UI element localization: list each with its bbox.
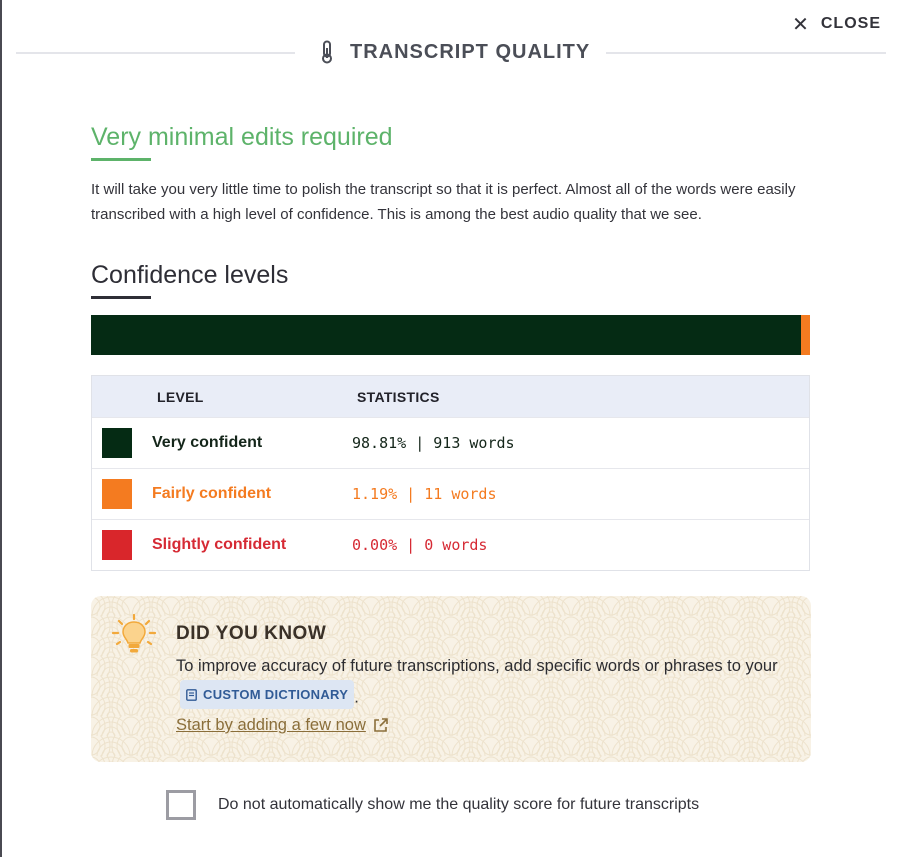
column-header-level: LEVEL bbox=[157, 388, 204, 405]
level-name: Very confident bbox=[152, 434, 263, 451]
close-button[interactable]: ✕ CLOSE bbox=[792, 14, 881, 34]
hide-quality-score-checkbox[interactable] bbox=[166, 790, 196, 820]
header-divider-right bbox=[606, 52, 886, 54]
quality-summary-text: It will take you very little time to pol… bbox=[91, 181, 796, 223]
level-statistics: 98.81% | 913 words bbox=[352, 434, 515, 452]
close-icon: ✕ bbox=[792, 12, 809, 36]
quality-summary-title: Very minimal edits required bbox=[91, 123, 393, 151]
summary-underline bbox=[91, 158, 151, 161]
level-statistics: 1.19% | 11 words bbox=[352, 485, 497, 503]
table-header: LEVEL STATISTICS bbox=[92, 376, 809, 417]
custom-dictionary-label: CUSTOM DICTIONARY bbox=[203, 687, 349, 702]
dialog-header: TRANSCRIPT QUALITY bbox=[318, 40, 590, 64]
window-edge bbox=[0, 0, 2, 857]
header-divider-left bbox=[16, 52, 295, 54]
start-adding-link-label: Start by adding a few now bbox=[176, 716, 366, 734]
thermometer-icon bbox=[322, 40, 332, 64]
lightbulb-icon bbox=[111, 614, 157, 653]
confidence-underline bbox=[91, 296, 151, 299]
level-name: Slightly confident bbox=[152, 536, 287, 553]
tip-heading: DID YOU KNOW bbox=[176, 623, 327, 644]
confidence-bar-segment bbox=[801, 315, 810, 355]
tip-text-before: To improve accuracy of future transcript… bbox=[176, 657, 778, 675]
external-link-icon bbox=[374, 718, 388, 732]
start-adding-link[interactable]: Start by adding a few now bbox=[176, 716, 389, 735]
table-row-slightly-confident: Slightly confident 0.00% | 0 words bbox=[92, 519, 809, 570]
swatch-fairly-confident bbox=[102, 479, 132, 509]
confidence-bar bbox=[91, 315, 810, 355]
confidence-levels-title: Confidence levels bbox=[91, 261, 289, 289]
table-row-fairly-confident: Fairly confident 1.19% | 11 words bbox=[92, 468, 809, 519]
did-you-know-box: DID YOU KNOW To improve accuracy of futu… bbox=[91, 596, 811, 762]
hide-quality-score-option[interactable]: Do not automatically show me the quality… bbox=[166, 790, 699, 820]
table-row-very-confident: Very confident 98.81% | 913 words bbox=[92, 417, 809, 468]
swatch-slightly-confident bbox=[102, 530, 132, 560]
swatch-very-confident bbox=[102, 428, 132, 458]
close-label: CLOSE bbox=[820, 15, 881, 32]
hide-quality-score-label: Do not automatically show me the quality… bbox=[218, 796, 700, 813]
dialog-title: TRANSCRIPT QUALITY bbox=[350, 40, 591, 63]
column-header-statistics: STATISTICS bbox=[357, 388, 440, 405]
confidence-bar-segment bbox=[91, 315, 802, 355]
level-name: Fairly confident bbox=[152, 485, 272, 502]
level-statistics: 0.00% | 0 words bbox=[352, 536, 488, 554]
book-icon bbox=[186, 688, 197, 701]
confidence-table: LEVEL STATISTICS Very confident 98.81% |… bbox=[91, 375, 810, 571]
tip-text-after: . bbox=[354, 688, 359, 707]
tip-text: To improve accuracy of future transcript… bbox=[176, 653, 796, 712]
custom-dictionary-chip[interactable]: CUSTOM DICTIONARY bbox=[180, 680, 355, 709]
